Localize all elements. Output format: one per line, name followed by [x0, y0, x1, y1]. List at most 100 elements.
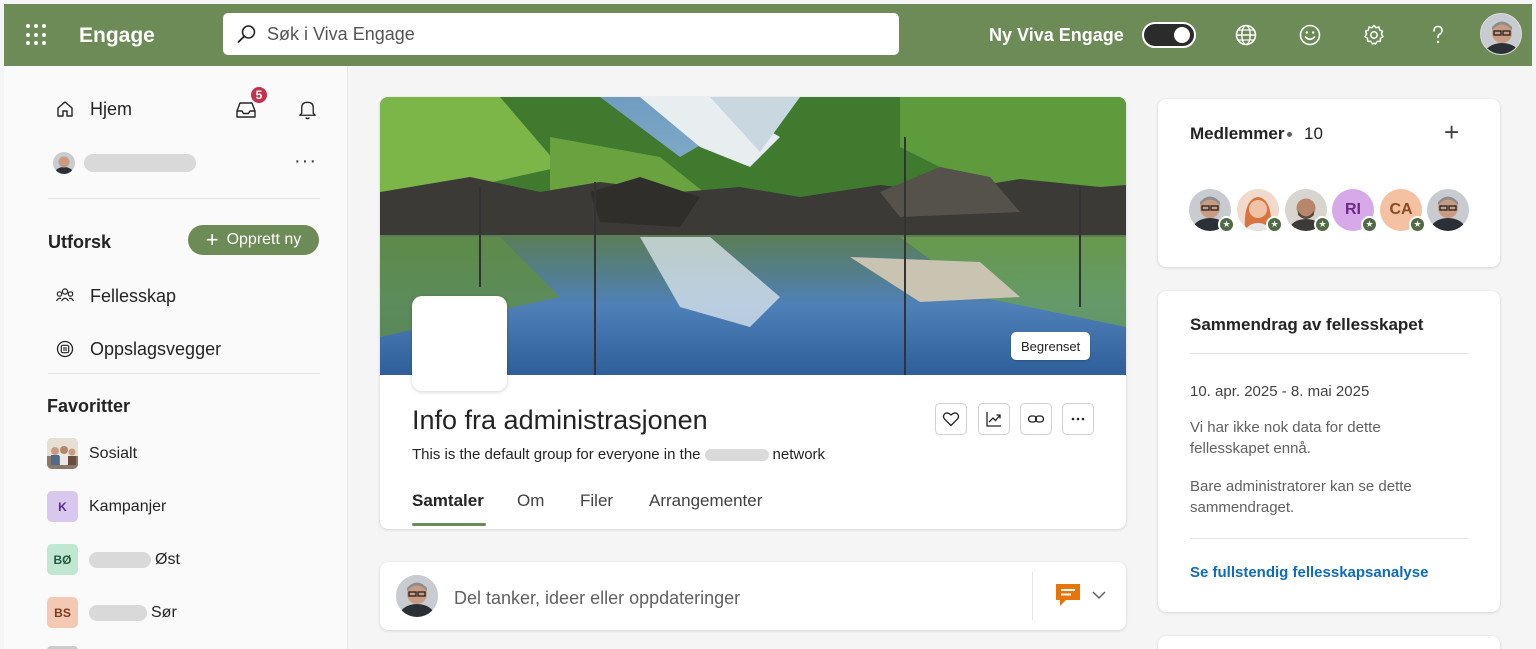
help-icon[interactable] — [1424, 21, 1452, 49]
chevron-down-icon[interactable] — [1090, 586, 1108, 604]
nav-communities-label: Fellesskap — [90, 285, 177, 306]
new-viva-toggle[interactable] — [1142, 22, 1196, 48]
nav-communities[interactable]: Fellesskap — [54, 285, 176, 307]
post-composer[interactable]: Del tanker, ideer eller oppdateringer — [380, 562, 1126, 630]
members-title: Medlemmer — [1190, 124, 1285, 143]
active-tab-indicator — [412, 523, 486, 526]
divider — [48, 373, 320, 374]
tab-events[interactable]: Arrangementer — [649, 491, 762, 511]
composer-placeholder[interactable]: Del tanker, ideer eller oppdateringer — [454, 588, 740, 609]
member-initials: RI — [1345, 201, 1361, 218]
composer-avatar — [396, 575, 438, 617]
group-header-card: Begrenset Info fra administrasjonen This… — [380, 97, 1126, 529]
waffle-icon[interactable] — [26, 24, 48, 46]
search-input[interactable] — [267, 23, 867, 45]
nav-home[interactable]: Hjem — [54, 98, 132, 120]
favorite-button[interactable] — [935, 403, 967, 435]
summary-title: Sammendrag av fellesskapet — [1190, 315, 1424, 334]
search-box[interactable] — [223, 13, 899, 55]
app-title[interactable]: Engage — [79, 24, 155, 48]
globe-icon[interactable] — [1232, 21, 1260, 49]
favorite-sosialt[interactable]: Sosialt — [47, 438, 137, 469]
favorite-label: Kampanjer — [89, 497, 167, 515]
communities-icon — [54, 285, 76, 307]
member-avatar[interactable]: ★ — [1237, 189, 1283, 233]
search-icon — [237, 25, 256, 43]
community-initials: K — [47, 491, 78, 522]
home-icon — [54, 98, 76, 120]
favorite-label: Øst — [155, 550, 180, 568]
bell-icon[interactable] — [294, 96, 320, 122]
more-options-icon[interactable]: ··· — [294, 150, 317, 173]
post-type-icon[interactable] — [1054, 582, 1082, 608]
member-initials: CA — [1389, 201, 1413, 218]
more-icon — [1071, 417, 1085, 421]
plus-icon: + — [205, 227, 219, 252]
gear-icon[interactable] — [1360, 21, 1388, 49]
create-new-button[interactable]: + Opprett ny — [188, 225, 319, 255]
group-description-suffix: network — [772, 446, 826, 463]
heart-icon — [942, 412, 960, 427]
chart-trend-icon — [986, 412, 1001, 427]
create-new-label: Opprett ny — [226, 231, 302, 248]
redacted-user-name — [84, 154, 196, 172]
group-description-text: This is the default group for everyone i… — [412, 446, 701, 463]
summary-date-range: 10. apr. 2025 - 8. mai 2025 — [1190, 383, 1370, 400]
community-initials: BØ — [47, 544, 78, 575]
tab-files[interactable]: Filer — [580, 491, 613, 511]
group-description: This is the default group for everyone i… — [412, 446, 825, 463]
link-icon — [1027, 415, 1045, 423]
divider — [1032, 572, 1033, 620]
community-initials: BS — [47, 597, 78, 628]
full-analytics-link[interactable]: Se fullstendig fellesskapsanalyse — [1190, 564, 1428, 581]
nav-storylines[interactable]: Oppslagsvegger — [54, 338, 221, 360]
favorite-kampanjer[interactable]: K Kampanjer — [47, 491, 166, 522]
new-viva-label: Ny Viva Engage — [989, 25, 1124, 45]
smiley-icon[interactable] — [1296, 21, 1324, 49]
top-bar: Engage Ny Viva Engage — [4, 4, 1532, 66]
restricted-badge: Begrenset — [1011, 332, 1091, 360]
favorites-heading: Favoritter — [47, 396, 131, 416]
add-member-icon[interactable]: + — [1444, 117, 1459, 148]
admin-star-icon: ★ — [1314, 216, 1331, 233]
member-avatar[interactable] — [1427, 189, 1469, 231]
separator-dot — [1287, 132, 1292, 137]
divider — [1190, 538, 1468, 539]
admin-star-icon: ★ — [1218, 216, 1235, 233]
summary-admin-only-text: Bare administratorer kan se dette sammen… — [1190, 478, 1412, 516]
admin-star-icon: ★ — [1266, 216, 1283, 233]
next-card — [1158, 636, 1500, 649]
summary-no-data-text: Vi har ikke nok data for dette fellesska… — [1190, 419, 1381, 457]
favorite-label: Sosialt — [89, 444, 138, 462]
divider — [1190, 353, 1468, 354]
redacted-text — [89, 604, 147, 621]
favorite-sor[interactable]: BS Sør — [47, 597, 177, 628]
inbox-badge: 5 — [249, 85, 269, 105]
user-avatar[interactable] — [53, 152, 75, 174]
community-photo — [47, 438, 78, 469]
copy-link-button[interactable] — [1020, 403, 1052, 435]
analytics-button[interactable] — [978, 403, 1010, 435]
members-card: Medlemmer 10 + ★ ★ ★ RI ★ CA ★ — [1158, 99, 1500, 267]
favorite-ost[interactable]: BØ Øst — [47, 544, 180, 575]
more-actions-button[interactable] — [1062, 403, 1094, 435]
nav-home-label: Hjem — [90, 98, 133, 119]
tab-about[interactable]: Om — [517, 491, 544, 511]
member-avatar[interactable]: RI ★ — [1332, 189, 1378, 233]
member-avatar[interactable]: CA ★ — [1380, 189, 1426, 233]
left-navigation: Hjem 5 ··· Utforsk + Opprett ny Fellessk… — [4, 66, 348, 649]
profile-avatar[interactable] — [1480, 13, 1522, 55]
explore-heading: Utforsk — [48, 232, 112, 252]
members-count: 10 — [1304, 124, 1323, 143]
storyline-icon — [54, 338, 76, 360]
redacted-text — [89, 551, 151, 568]
nav-storylines-label: Oppslagsvegger — [90, 338, 222, 359]
admin-star-icon: ★ — [1361, 216, 1378, 233]
member-avatar[interactable]: ★ — [1189, 189, 1235, 233]
divider — [48, 198, 320, 199]
tab-conversations[interactable]: Samtaler — [412, 491, 484, 511]
member-avatar[interactable]: ★ — [1285, 189, 1331, 233]
group-title: Info fra administrasjonen — [412, 405, 708, 435]
group-logo — [412, 296, 507, 391]
community-summary-card: Sammendrag av fellesskapet 10. apr. 2025… — [1158, 291, 1500, 612]
